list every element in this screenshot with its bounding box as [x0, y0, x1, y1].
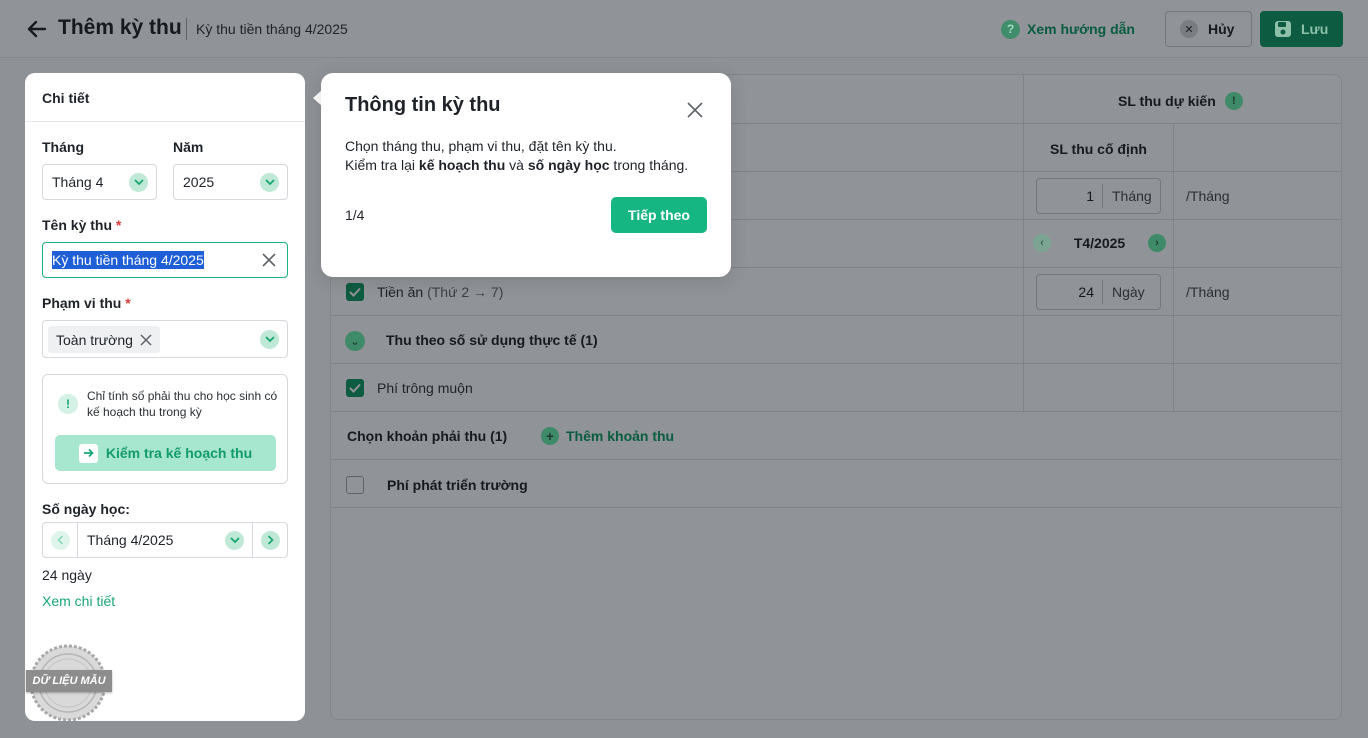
help-icon: ?: [1001, 19, 1020, 39]
dev-fee-checkbox[interactable]: [346, 476, 364, 494]
view-detail-link[interactable]: Xem chi tiết: [42, 593, 115, 609]
arrow-right-icon: [78, 443, 98, 463]
days-label: Số ngày học:: [42, 501, 130, 517]
late-fee-label: Phí trông muộn: [377, 380, 473, 396]
per-unit-label: /Tháng: [1186, 284, 1230, 300]
days-count: 24 ngày: [42, 567, 92, 583]
days-month-select[interactable]: Tháng 4/2025: [79, 523, 252, 557]
plan-info-text: Chỉ tính số phải thu cho học sinh có kế …: [87, 389, 278, 419]
per-unit-label: /Tháng: [1186, 188, 1230, 204]
chevron-right-icon: [260, 530, 280, 550]
close-icon[interactable]: [686, 101, 704, 119]
add-item-link[interactable]: + Thêm khoản thu: [541, 427, 674, 445]
guide-label: Xem hướng dẫn: [1027, 21, 1135, 37]
scope-label: Phạm vi thu *: [42, 295, 131, 311]
plus-icon: +: [541, 427, 559, 445]
food-days-input[interactable]: 24 Ngày: [1036, 274, 1161, 310]
page-subtitle: Kỳ thu tiền tháng 4/2025: [196, 21, 348, 37]
details-panel: Chi tiết Tháng Năm Tháng 4 2025 Tên kỳ t…: [25, 73, 305, 721]
guide-link[interactable]: ? Xem hướng dẫn: [1001, 18, 1135, 40]
chevron-down-icon: [225, 531, 244, 550]
month-navigator: ‹ T4/2025 ›: [1033, 234, 1166, 252]
info-icon[interactable]: !: [1224, 92, 1243, 110]
chevron-down-icon: [129, 173, 148, 192]
next-step-button[interactable]: Tiếp theo: [611, 197, 707, 233]
food-checkbox[interactable]: [346, 283, 364, 301]
top-header: Thêm kỳ thu Kỳ thu tiền tháng 4/2025 ? X…: [0, 0, 1368, 58]
fixed-quantity-input[interactable]: 1 Tháng: [1036, 178, 1161, 214]
col-expected-header: SL thu dự kiến !: [1118, 92, 1243, 110]
dev-fee-label: Phí phát triển trường: [387, 477, 528, 493]
cancel-button[interactable]: ✕ Hủy: [1165, 11, 1252, 47]
next-month-button[interactable]: [252, 523, 287, 557]
save-label: Lưu: [1301, 21, 1329, 37]
title-divider: [186, 18, 187, 40]
chevron-left-icon: [50, 530, 70, 550]
group-actual-label: Thu theo số sử dụng thực tế (1): [386, 332, 598, 348]
popover-step-counter: 1/4: [345, 207, 365, 223]
popover-title: Thông tin kỳ thu: [345, 94, 501, 116]
month-label: Tháng: [42, 139, 84, 155]
table-row: [331, 364, 1341, 412]
panel-title: Chi tiết: [42, 90, 90, 106]
onboarding-popover: Thông tin kỳ thu Chọn tháng thu, phạm vi…: [321, 73, 731, 277]
check-icon: [349, 287, 361, 297]
info-icon: !: [58, 394, 78, 414]
next-month-icon[interactable]: ›: [1148, 234, 1166, 252]
remove-tag-icon[interactable]: [140, 333, 152, 346]
food-item-label: Tiền ăn (Thứ 2 → 7): [377, 284, 504, 300]
month-select[interactable]: Tháng 4: [42, 164, 157, 200]
scope-select[interactable]: Toàn trường: [42, 320, 288, 358]
late-fee-checkbox[interactable]: [346, 379, 364, 397]
save-button[interactable]: Lưu: [1260, 11, 1343, 47]
page-title: Thêm kỳ thu: [58, 16, 182, 39]
popover-body: Chọn tháng thu, phạm vi thu, đặt tên kỳ …: [345, 138, 689, 173]
year-select[interactable]: 2025: [173, 164, 288, 200]
back-arrow-icon[interactable]: [26, 18, 48, 40]
sample-data-label: DỮ LIỆU MẪU: [26, 670, 112, 692]
clear-icon[interactable]: [261, 252, 277, 268]
check-plan-button[interactable]: Kiểm tra kế hoạch thu: [55, 435, 276, 471]
choose-items-label: Chọn khoản phải thu (1): [347, 428, 508, 444]
col-fixed-header: SL thu cố định: [1050, 141, 1147, 157]
plan-info-box: ! Chỉ tính số phải thu cho học sinh có k…: [42, 374, 288, 484]
scope-tag: Toàn trường: [48, 326, 160, 353]
chevron-down-icon: [260, 330, 279, 349]
check-icon: [349, 383, 361, 393]
collapse-chevron-icon[interactable]: ⌄: [345, 331, 365, 351]
chevron-down-icon: [260, 173, 279, 192]
days-month-navigator: Tháng 4/2025: [42, 522, 288, 558]
period-name-input[interactable]: Kỳ thu tiền tháng 4/2025: [42, 242, 288, 278]
prev-month-icon[interactable]: ‹: [1033, 234, 1051, 252]
name-label: Tên kỳ thu *: [42, 217, 122, 233]
year-label: Năm: [173, 139, 204, 155]
cancel-label: Hủy: [1208, 21, 1235, 37]
save-icon: [1275, 21, 1291, 37]
close-circle-icon: ✕: [1180, 20, 1198, 38]
prev-month-button[interactable]: [43, 523, 78, 557]
